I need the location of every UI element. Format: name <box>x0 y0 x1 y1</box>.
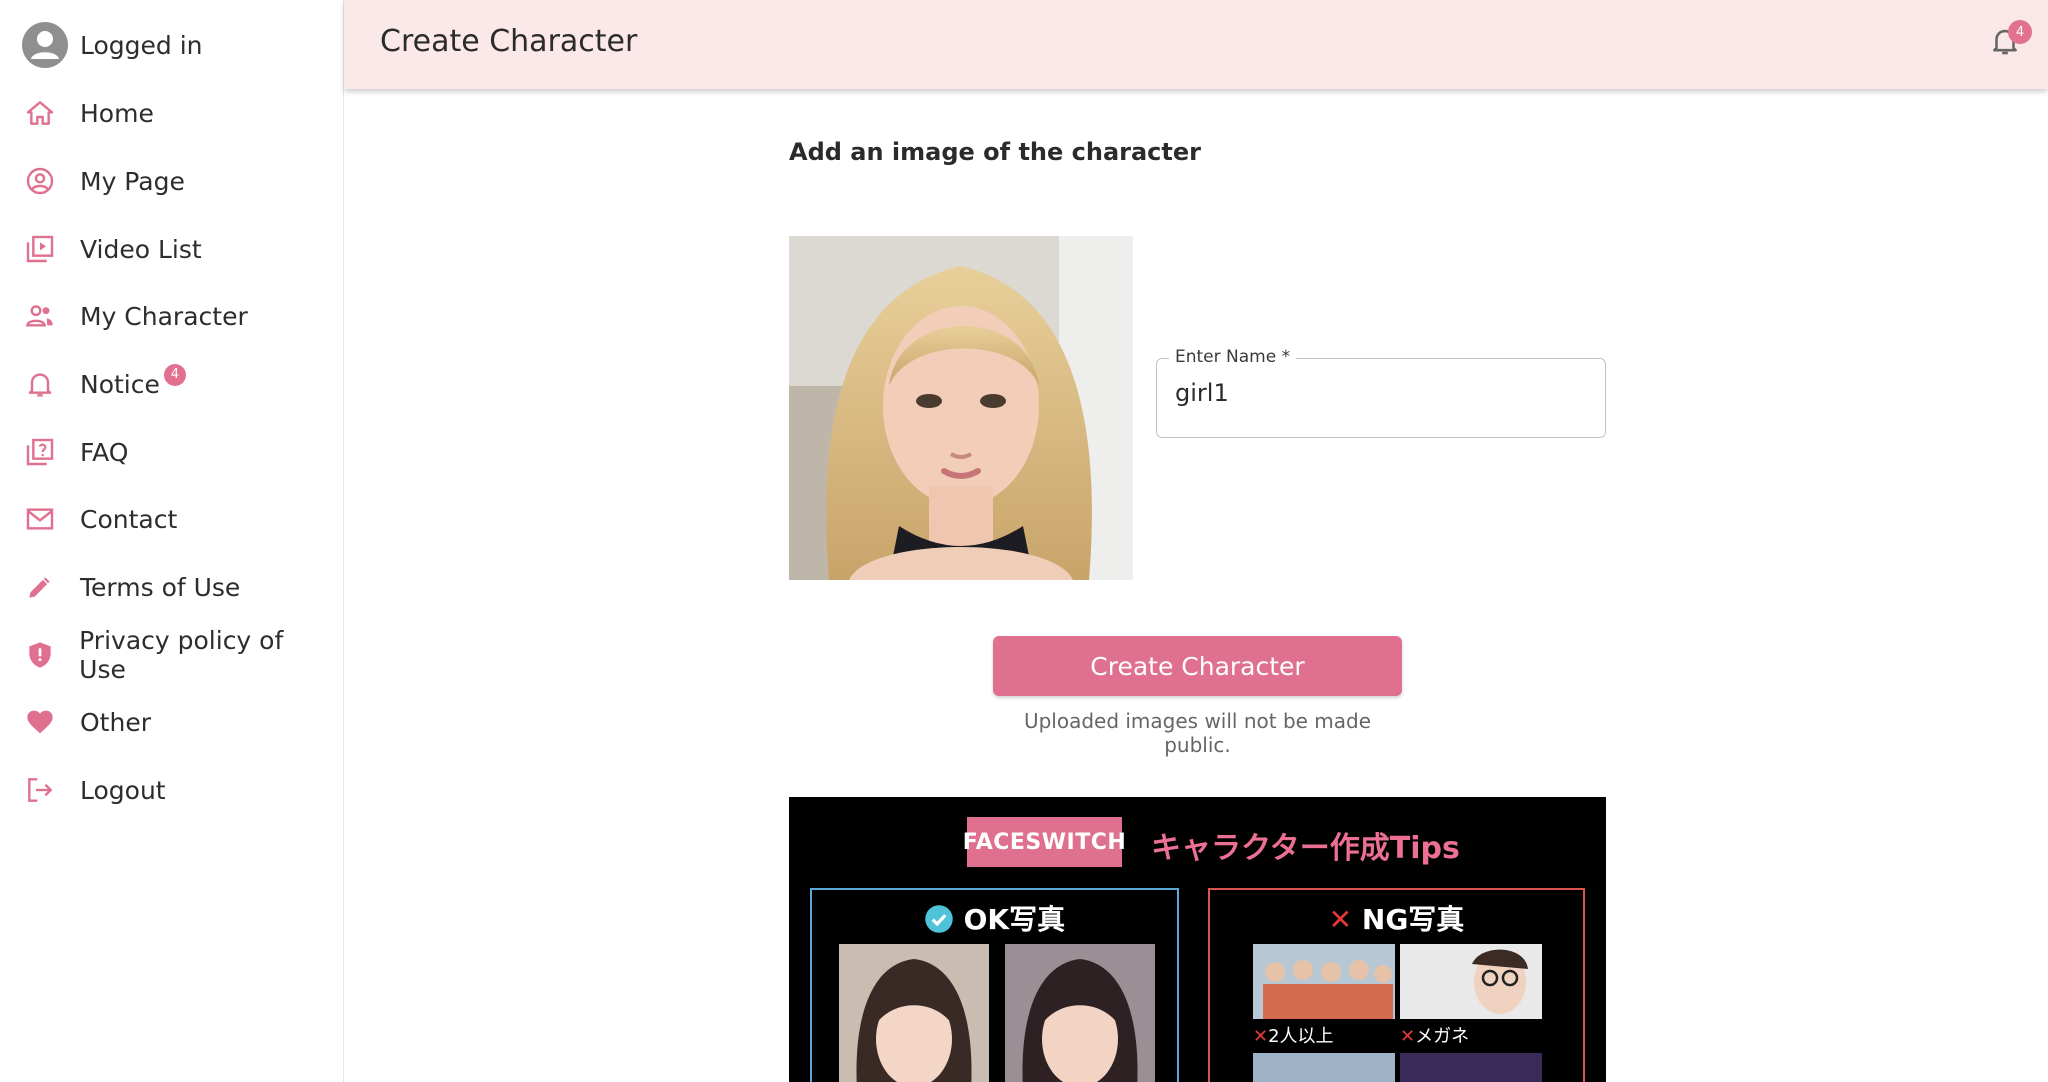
ng-sample-mask-photo <box>1253 1053 1395 1082</box>
sidebar-user-label: Logged in <box>80 30 203 60</box>
video-library-icon <box>22 231 58 267</box>
sidebar-item-faq[interactable]: FAQ <box>22 427 332 477</box>
sidebar: Logged in Home My Page Video List My Cha… <box>0 0 344 1082</box>
ng-sample-photo <box>1400 1053 1542 1082</box>
notice-badge: 4 <box>163 363 186 386</box>
sidebar-item-label: Other <box>80 707 151 737</box>
sidebar-item-my-page[interactable]: My Page <box>22 156 332 206</box>
heart-icon <box>22 704 58 740</box>
page-title: Create Character <box>380 24 638 59</box>
sidebar-item-notice[interactable]: Notice 4 <box>22 359 332 409</box>
people-icon <box>22 298 58 334</box>
ok-heading: OK写真 <box>812 898 1177 938</box>
create-character-button[interactable]: Create Character <box>993 636 1402 696</box>
sidebar-item-label: My Page <box>80 166 185 196</box>
ng-sample-glasses-photo <box>1400 944 1542 1019</box>
sidebar-item-contact[interactable]: Contact <box>22 494 332 544</box>
ng-caption: ✕メガネ <box>1400 1026 1470 1047</box>
sidebar-item-label: Terms of Use <box>80 572 241 602</box>
ng-photo-box: ✕ NG写真 ✕2人以上 ✕メガネ <box>1208 888 1585 1082</box>
character-image[interactable] <box>789 236 1133 580</box>
pencil-icon <box>22 569 58 605</box>
sidebar-item-logout[interactable]: Logout <box>22 765 332 815</box>
sidebar-item-label: FAQ <box>80 437 129 467</box>
sidebar-item-label: Home <box>80 98 154 128</box>
shield-icon <box>22 637 57 673</box>
name-input[interactable] <box>1175 379 1585 407</box>
logout-icon <box>22 772 58 808</box>
privacy-notice: Uploaded images will not be made public. <box>1023 709 1372 757</box>
x-icon: ✕ <box>1328 903 1353 936</box>
question-box-icon <box>22 434 58 470</box>
mail-icon <box>22 501 58 537</box>
section-title: Add an image of the character <box>789 138 1201 166</box>
sidebar-item-terms[interactable]: Terms of Use <box>22 562 332 612</box>
ok-sample-photo <box>1005 944 1155 1082</box>
ng-sample-group-photo <box>1253 944 1395 1019</box>
name-field[interactable]: Enter Name * <box>1156 347 1606 438</box>
account-circle-icon <box>22 163 58 199</box>
ok-photo-box: OK写真 <box>810 888 1179 1082</box>
ng-heading: ✕ NG写真 <box>1328 903 1465 936</box>
sidebar-item-label: Logout <box>80 775 166 805</box>
sidebar-item-label: My Character <box>80 301 248 331</box>
tips-title: キャラクター作成Tips <box>1151 831 1460 866</box>
sidebar-item-label: Privacy policy of Use <box>79 626 284 684</box>
character-portrait-image <box>789 236 1133 580</box>
user-icon <box>31 31 59 59</box>
sidebar-item-home[interactable]: Home <box>22 88 332 138</box>
name-field-label: Enter Name * <box>1169 347 1297 367</box>
ng-caption: ✕2人以上 <box>1253 1026 1334 1047</box>
sidebar-item-label: Notice 4 <box>80 363 186 399</box>
tips-banner: FACESWITCH キャラクター作成Tips OK写真 ✕ NG写真 ✕2人以… <box>789 797 1606 1082</box>
ok-sample-photo <box>839 944 989 1082</box>
sidebar-item-label: Video List <box>80 234 202 264</box>
avatar <box>22 22 68 68</box>
sidebar-item-other[interactable]: Other <box>22 697 332 747</box>
sidebar-item-label: Contact <box>80 504 178 534</box>
top-bar: Create Character 4 <box>344 0 2048 89</box>
brand-logo: FACESWITCH <box>963 817 1126 867</box>
sidebar-item-privacy[interactable]: Privacy policy of Use <box>22 626 332 684</box>
bell-icon <box>22 366 58 402</box>
sidebar-item-my-character[interactable]: My Character <box>22 291 332 341</box>
home-icon <box>22 95 58 131</box>
sidebar-user[interactable]: Logged in <box>22 20 332 70</box>
sidebar-item-video-list[interactable]: Video List <box>22 224 332 274</box>
check-icon <box>925 905 953 933</box>
notification-badge: 4 <box>2008 20 2032 44</box>
notification-button[interactable]: 4 <box>1988 20 2032 64</box>
